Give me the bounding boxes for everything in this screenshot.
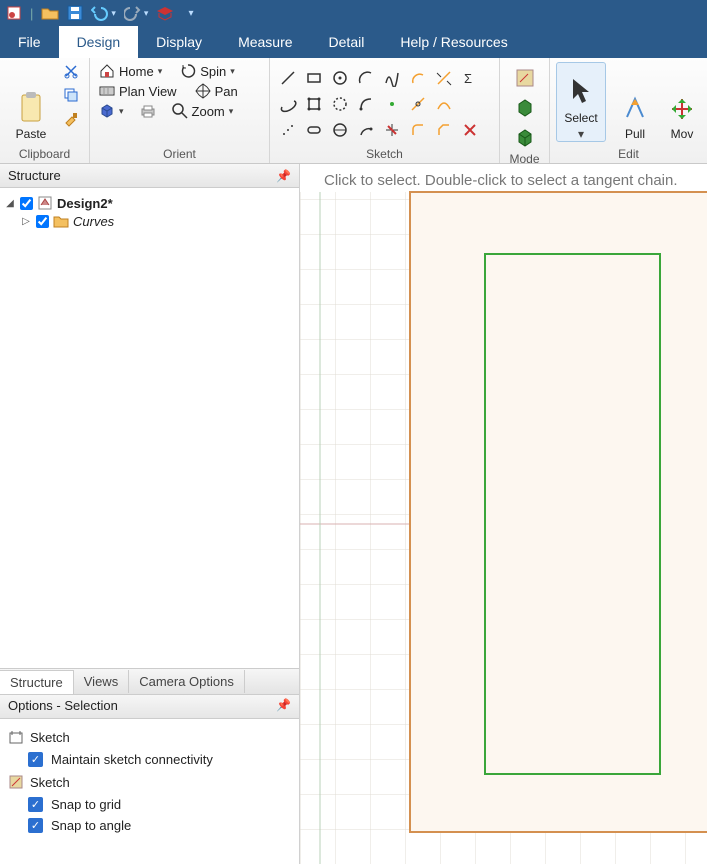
tangent-line-tool[interactable] [406,92,430,116]
chamfer-tool[interactable] [432,118,456,142]
options-section-sketch2: Sketch [8,770,291,794]
cube-button[interactable]: ▾ [96,102,127,120]
project-tool[interactable] [458,92,482,116]
structure-panel: Structure 📌 ◢ Design2* ▷ Curves Structur… [0,164,300,864]
sweep-arc-tool[interactable] [354,92,378,116]
svg-text:Σ: Σ [464,71,472,86]
print-button[interactable] [137,102,159,120]
tree-root[interactable]: ◢ Design2* [4,194,295,212]
delete-tool[interactable] [458,118,482,142]
copy-button[interactable] [60,86,82,104]
tangent-arc-tool[interactable] [406,66,430,90]
group-label-sketch: Sketch [276,145,493,161]
arc-tool[interactable] [354,66,378,90]
offset-curve-tool[interactable] [432,92,456,116]
qat-customize[interactable]: ▾ [188,8,193,19]
app-icon [6,5,22,21]
panel-tab-structure[interactable]: Structure [0,670,74,694]
options-pin-icon[interactable]: 📌 [276,698,291,715]
group-orient: Home▾ Spin▾ Plan View Pan ▾ Zoom▾ Orient [90,58,270,163]
mode-section-icon[interactable] [513,96,537,120]
options-panel: Options - Selection 📌 Sketch ✓Maintain s… [0,694,299,864]
sketch-grid-canvas [300,164,707,864]
ellipse-tool[interactable] [276,92,300,116]
home-button[interactable]: Home▾ [96,62,165,80]
snap-to-angle-checkbox[interactable]: ✓Snap to angle [8,815,291,836]
pin-icon[interactable]: 📌 [276,169,291,183]
paste-button[interactable]: Paste [6,62,56,142]
save-icon[interactable] [67,5,83,21]
circle-diameter-tool[interactable] [328,118,352,142]
plan-view-button[interactable]: Plan View [96,82,180,100]
rectangle-tool[interactable] [302,66,326,90]
group-label-clipboard: Clipboard [6,145,83,161]
tab-detail[interactable]: Detail [311,26,383,58]
sketch-section-icon2 [8,774,24,790]
circle-tool[interactable] [328,66,352,90]
structure-tree[interactable]: ◢ Design2* ▷ Curves [0,188,299,236]
slot-tool[interactable] [302,118,326,142]
options-panel-header: Options - Selection 📌 [0,695,299,719]
structure-panel-header: Structure 📌 [0,164,299,188]
open-icon[interactable] [41,5,59,21]
tree-child-checkbox[interactable] [36,215,49,228]
cut-button[interactable] [60,62,82,80]
move-button[interactable]: Mov [664,62,700,142]
tab-help[interactable]: Help / Resources [382,26,525,58]
snap-to-grid-checkbox[interactable]: ✓Snap to grid [8,794,291,815]
group-sketch: Σ Sketch [270,58,500,163]
sketch-section-icon [8,729,24,745]
qat-divider: | [30,6,33,21]
maintain-connectivity-checkbox[interactable]: ✓Maintain sketch connectivity [8,749,291,770]
sketch-tool-grid: Σ [276,62,493,142]
group-mode: Mode [500,58,550,163]
group-edit: Select ▾ Pull Mov Edit [550,58,707,163]
tab-file[interactable]: File [0,26,59,58]
options-section-sketch1: Sketch [8,725,291,749]
left-panel-tabs: Structure Views Camera Options [0,668,299,694]
mode-sketch-icon[interactable] [513,66,537,90]
group-label-orient: Orient [96,145,263,161]
three-point-circle-tool[interactable] [328,92,352,116]
grad-cap-icon[interactable] [156,5,174,21]
ribbon: Paste Clipboard Home▾ Spin▾ Plan View Pa… [0,58,707,164]
redo-button[interactable]: ▾ [124,5,149,21]
undo-button[interactable]: ▾ [91,5,116,21]
design-icon [37,195,53,211]
dimension-tool[interactable] [276,118,300,142]
zoom-button[interactable]: Zoom▾ [169,102,237,120]
point-tool[interactable] [380,92,404,116]
pan-button[interactable]: Pan [192,82,241,100]
tab-design[interactable]: Design [59,26,139,58]
tab-display[interactable]: Display [138,26,220,58]
tree-child-curves[interactable]: ▷ Curves [4,212,295,230]
line-tool[interactable] [276,66,300,90]
spline-tool[interactable] [380,66,404,90]
polygon-tool[interactable] [302,92,326,116]
mode-3d-icon[interactable] [513,126,537,150]
format-painter-button[interactable] [60,110,82,128]
panel-tab-camera[interactable]: Camera Options [129,670,245,693]
tab-measure[interactable]: Measure [220,26,310,58]
construction-line-tool[interactable] [432,66,456,90]
equation-tool[interactable]: Σ [458,66,482,90]
group-label-edit: Edit [556,145,701,161]
trim-tool[interactable] [380,118,404,142]
viewport[interactable]: Click to select. Double-click to select … [300,164,707,864]
ribbon-tabs: File Design Display Measure Detail Help … [0,26,707,58]
pull-button[interactable]: Pull [610,62,660,142]
spin-button[interactable]: Spin▾ [177,62,238,80]
fillet-tool[interactable] [406,118,430,142]
folder-icon [53,213,69,229]
group-clipboard: Paste Clipboard [0,58,90,163]
three-point-arc-tool[interactable] [354,118,378,142]
panel-tab-views[interactable]: Views [74,670,129,693]
tree-root-checkbox[interactable] [20,197,33,210]
select-button[interactable]: Select ▾ [556,62,606,142]
titlebar: | ▾ ▾ ▾ [0,0,707,26]
